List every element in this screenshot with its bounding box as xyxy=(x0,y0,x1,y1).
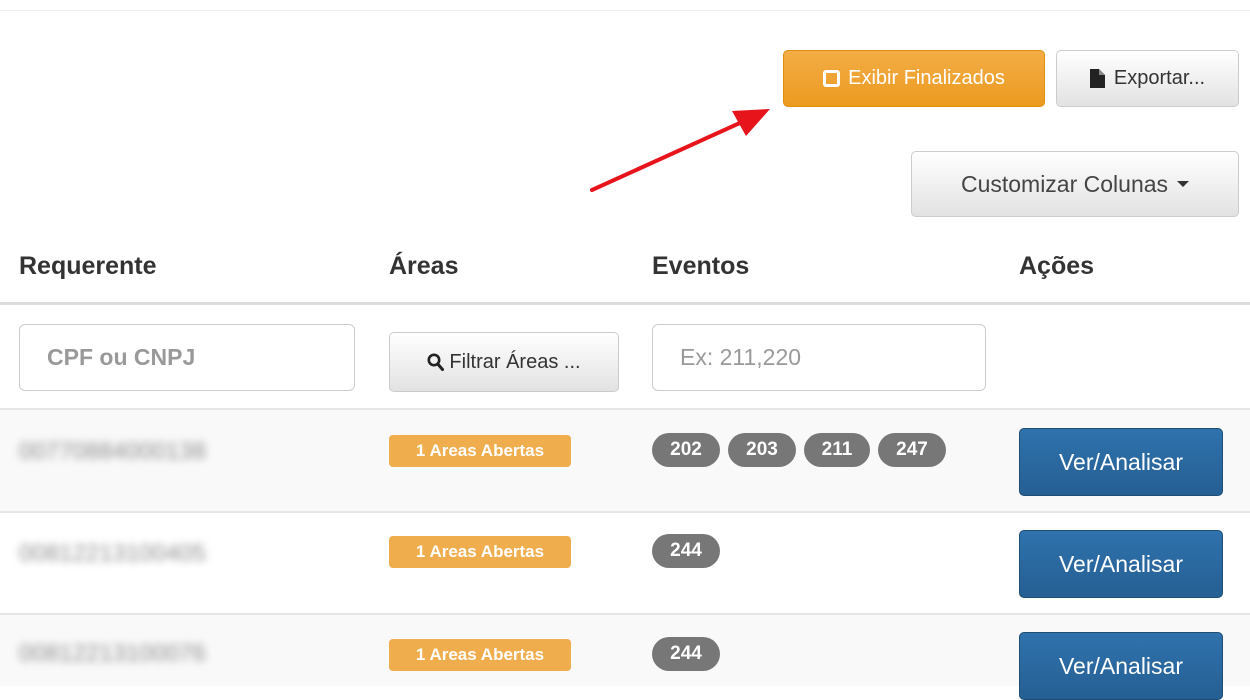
event-badge: 211 xyxy=(804,433,870,467)
header-eventos[interactable]: Eventos xyxy=(652,252,749,281)
areas-filter-label: Filtrar Áreas ... xyxy=(449,350,581,373)
customize-columns-label: Customizar Colunas xyxy=(960,170,1169,197)
areas-filter-button[interactable]: Filtrar Áreas ... xyxy=(389,332,619,392)
export-label: Exportar... xyxy=(1113,67,1206,89)
row-divider xyxy=(0,613,1250,615)
search-icon xyxy=(427,353,445,371)
areas-status-label: 1 Areas Abertas xyxy=(389,435,571,467)
annotation-arrow xyxy=(590,109,770,192)
view-analyze-button[interactable]: Ver/Analisar xyxy=(1019,428,1223,496)
view-analyze-button[interactable]: Ver/Analisar xyxy=(1019,530,1223,598)
event-badge: 247 xyxy=(878,433,946,467)
show-finished-button[interactable]: Exibir Finalizados xyxy=(783,50,1045,107)
square-outline-icon xyxy=(823,70,841,87)
caret-down-icon xyxy=(1177,181,1190,187)
view-analyze-label: Ver/Analisar xyxy=(1058,448,1183,475)
requerente-value: 00812213100405 xyxy=(19,542,206,566)
customize-columns-button[interactable]: Customizar Colunas xyxy=(911,151,1239,217)
header-areas[interactable]: Áreas xyxy=(389,252,459,281)
view-analyze-label: Ver/Analisar xyxy=(1058,550,1183,577)
requerente-value: 00770884000138 xyxy=(19,440,206,464)
event-badge: 244 xyxy=(652,637,720,671)
event-badge: 202 xyxy=(652,433,720,467)
row-divider xyxy=(0,511,1250,513)
top-divider xyxy=(0,10,1250,11)
eventos-filter-input[interactable] xyxy=(652,324,986,391)
view-analyze-label: Ver/Analisar xyxy=(1058,652,1183,679)
header-divider xyxy=(0,302,1250,305)
event-badge: 203 xyxy=(728,433,796,467)
requerente-value: 00812213100076 xyxy=(19,642,206,666)
areas-status-label: 1 Areas Abertas xyxy=(389,536,571,568)
show-finished-label: Exibir Finalizados xyxy=(848,67,1005,89)
view-analyze-button[interactable]: Ver/Analisar xyxy=(1019,632,1223,700)
row-divider xyxy=(0,408,1250,410)
cpf-filter-input[interactable] xyxy=(19,324,355,391)
header-acoes: Ações xyxy=(1019,252,1095,280)
export-button[interactable]: Exportar... xyxy=(1056,50,1239,107)
event-badge: 244 xyxy=(652,534,720,568)
areas-status-label: 1 Areas Abertas xyxy=(389,639,571,671)
header-requerente[interactable]: Requerente xyxy=(19,252,157,281)
file-icon xyxy=(1089,69,1105,88)
